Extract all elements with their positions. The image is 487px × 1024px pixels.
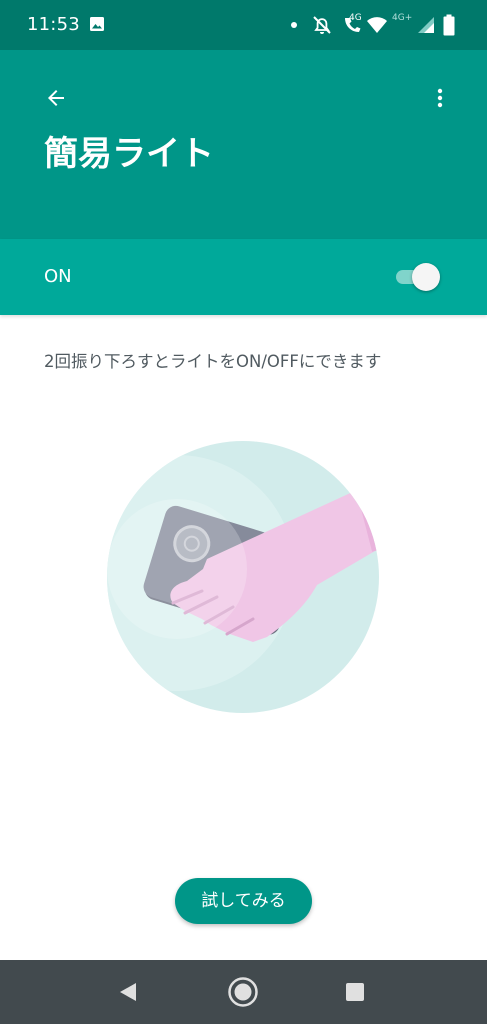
master-switch-bar[interactable]: ON [0,239,487,315]
nav-home-button[interactable] [223,972,263,1012]
feature-description: 2回振り下ろすとライトをON/OFFにできます [44,352,382,371]
more-vert-icon [437,88,443,108]
network-type-label: 4G+ [392,13,413,23]
back-button[interactable] [36,78,76,118]
signal-icon [418,17,434,33]
try-it-button[interactable]: 試してみる [175,878,312,924]
notifications-off-icon [313,16,331,34]
dot-icon [291,22,297,28]
shake-gesture-illustration [107,441,379,713]
image-icon [90,17,104,31]
home-circle-icon [228,977,258,1007]
nav-back-button[interactable] [108,972,148,1012]
status-bar: 11:53 4G 4G+ [0,0,487,50]
navigation-bar [0,960,487,1024]
toggle-thumb [412,263,440,291]
page-title: 簡易ライト [44,134,214,174]
nav-recents-button[interactable] [335,972,375,1012]
volte-label: 4G [349,13,362,23]
more-options-button[interactable] [420,78,460,118]
wifi-icon [367,17,387,33]
back-triangle-icon [120,983,136,1001]
app-bar: 簡易ライト [0,50,487,239]
battery-icon [443,14,455,36]
master-switch-label: ON [44,266,72,287]
master-toggle-switch[interactable] [396,263,442,291]
recents-square-icon [346,983,364,1001]
status-time: 11:53 [27,14,80,35]
arrow-back-icon [48,90,64,106]
